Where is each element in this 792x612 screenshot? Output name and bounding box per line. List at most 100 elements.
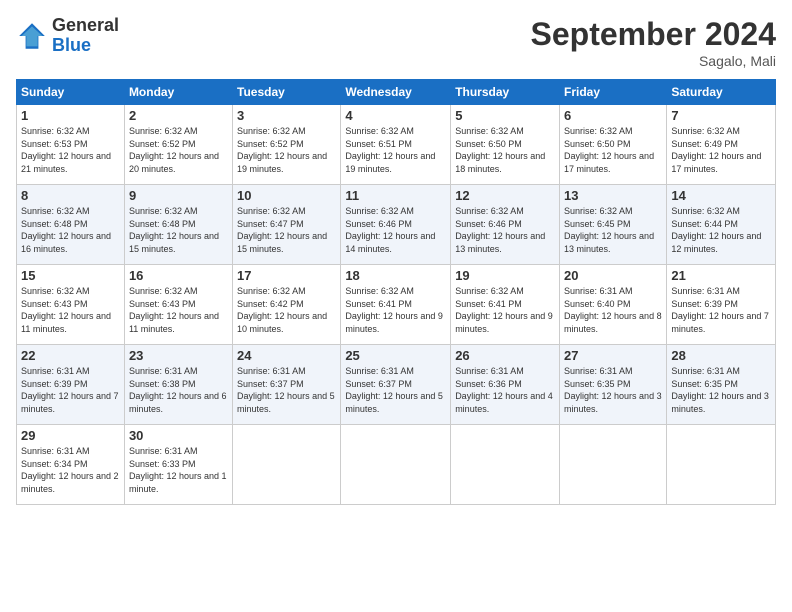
- logo-blue: Blue: [52, 36, 119, 56]
- day-detail: Sunrise: 6:31 AMSunset: 6:36 PMDaylight:…: [455, 366, 553, 414]
- calendar-cell: 1 Sunrise: 6:32 AMSunset: 6:53 PMDayligh…: [17, 105, 125, 185]
- calendar-cell: 26 Sunrise: 6:31 AMSunset: 6:36 PMDaylig…: [451, 345, 560, 425]
- calendar-cell: [451, 425, 560, 505]
- logo: General Blue: [16, 16, 119, 56]
- day-number: 8: [21, 188, 120, 203]
- title-section: September 2024 Sagalo, Mali: [531, 16, 776, 69]
- col-wednesday: Wednesday: [341, 80, 451, 105]
- day-number: 23: [129, 348, 228, 363]
- day-number: 20: [564, 268, 662, 283]
- calendar-cell: 22 Sunrise: 6:31 AMSunset: 6:39 PMDaylig…: [17, 345, 125, 425]
- day-number: 11: [345, 188, 446, 203]
- calendar-cell: 14 Sunrise: 6:32 AMSunset: 6:44 PMDaylig…: [667, 185, 776, 265]
- day-number: 21: [671, 268, 771, 283]
- col-sunday: Sunday: [17, 80, 125, 105]
- day-number: 26: [455, 348, 555, 363]
- day-number: 3: [237, 108, 336, 123]
- day-detail: Sunrise: 6:31 AMSunset: 6:39 PMDaylight:…: [21, 366, 119, 414]
- day-number: 17: [237, 268, 336, 283]
- day-number: 22: [21, 348, 120, 363]
- calendar-cell: 19 Sunrise: 6:32 AMSunset: 6:41 PMDaylig…: [451, 265, 560, 345]
- day-detail: Sunrise: 6:32 AMSunset: 6:43 PMDaylight:…: [21, 286, 111, 334]
- day-number: 4: [345, 108, 446, 123]
- day-number: 2: [129, 108, 228, 123]
- day-number: 12: [455, 188, 555, 203]
- day-number: 15: [21, 268, 120, 283]
- logo-icon: [16, 20, 48, 52]
- day-detail: Sunrise: 6:31 AMSunset: 6:33 PMDaylight:…: [129, 446, 227, 494]
- day-detail: Sunrise: 6:32 AMSunset: 6:51 PMDaylight:…: [345, 126, 435, 174]
- day-detail: Sunrise: 6:32 AMSunset: 6:41 PMDaylight:…: [345, 286, 443, 334]
- month-title: September 2024: [531, 16, 776, 53]
- day-detail: Sunrise: 6:31 AMSunset: 6:38 PMDaylight:…: [129, 366, 227, 414]
- day-number: 16: [129, 268, 228, 283]
- day-detail: Sunrise: 6:32 AMSunset: 6:50 PMDaylight:…: [564, 126, 654, 174]
- calendar-cell: 8 Sunrise: 6:32 AMSunset: 6:48 PMDayligh…: [17, 185, 125, 265]
- day-number: 13: [564, 188, 662, 203]
- calendar-cell: 6 Sunrise: 6:32 AMSunset: 6:50 PMDayligh…: [560, 105, 667, 185]
- header-row: Sunday Monday Tuesday Wednesday Thursday…: [17, 80, 776, 105]
- header: General Blue September 2024 Sagalo, Mali: [16, 16, 776, 69]
- calendar-cell: 9 Sunrise: 6:32 AMSunset: 6:48 PMDayligh…: [124, 185, 232, 265]
- day-detail: Sunrise: 6:32 AMSunset: 6:46 PMDaylight:…: [455, 206, 545, 254]
- calendar-cell: 12 Sunrise: 6:32 AMSunset: 6:46 PMDaylig…: [451, 185, 560, 265]
- calendar-cell: [341, 425, 451, 505]
- calendar-week-4: 22 Sunrise: 6:31 AMSunset: 6:39 PMDaylig…: [17, 345, 776, 425]
- day-number: 27: [564, 348, 662, 363]
- calendar-cell: [560, 425, 667, 505]
- location: Sagalo, Mali: [531, 53, 776, 69]
- calendar-cell: 28 Sunrise: 6:31 AMSunset: 6:35 PMDaylig…: [667, 345, 776, 425]
- calendar-cell: 11 Sunrise: 6:32 AMSunset: 6:46 PMDaylig…: [341, 185, 451, 265]
- day-detail: Sunrise: 6:31 AMSunset: 6:37 PMDaylight:…: [237, 366, 335, 414]
- day-detail: Sunrise: 6:31 AMSunset: 6:34 PMDaylight:…: [21, 446, 119, 494]
- calendar-cell: 10 Sunrise: 6:32 AMSunset: 6:47 PMDaylig…: [233, 185, 341, 265]
- day-detail: Sunrise: 6:32 AMSunset: 6:42 PMDaylight:…: [237, 286, 327, 334]
- day-detail: Sunrise: 6:32 AMSunset: 6:52 PMDaylight:…: [129, 126, 219, 174]
- calendar-week-5: 29 Sunrise: 6:31 AMSunset: 6:34 PMDaylig…: [17, 425, 776, 505]
- day-number: 19: [455, 268, 555, 283]
- day-detail: Sunrise: 6:32 AMSunset: 6:50 PMDaylight:…: [455, 126, 545, 174]
- calendar-table: Sunday Monday Tuesday Wednesday Thursday…: [16, 79, 776, 505]
- day-number: 9: [129, 188, 228, 203]
- day-detail: Sunrise: 6:32 AMSunset: 6:41 PMDaylight:…: [455, 286, 553, 334]
- day-number: 18: [345, 268, 446, 283]
- calendar-cell: 29 Sunrise: 6:31 AMSunset: 6:34 PMDaylig…: [17, 425, 125, 505]
- day-detail: Sunrise: 6:31 AMSunset: 6:35 PMDaylight:…: [671, 366, 769, 414]
- day-detail: Sunrise: 6:32 AMSunset: 6:47 PMDaylight:…: [237, 206, 327, 254]
- day-detail: Sunrise: 6:31 AMSunset: 6:35 PMDaylight:…: [564, 366, 662, 414]
- logo-text: General Blue: [52, 16, 119, 56]
- calendar-week-1: 1 Sunrise: 6:32 AMSunset: 6:53 PMDayligh…: [17, 105, 776, 185]
- logo-general: General: [52, 16, 119, 36]
- col-saturday: Saturday: [667, 80, 776, 105]
- day-number: 14: [671, 188, 771, 203]
- day-detail: Sunrise: 6:31 AMSunset: 6:40 PMDaylight:…: [564, 286, 662, 334]
- day-detail: Sunrise: 6:32 AMSunset: 6:52 PMDaylight:…: [237, 126, 327, 174]
- calendar-cell: 25 Sunrise: 6:31 AMSunset: 6:37 PMDaylig…: [341, 345, 451, 425]
- day-number: 28: [671, 348, 771, 363]
- calendar-cell: 20 Sunrise: 6:31 AMSunset: 6:40 PMDaylig…: [560, 265, 667, 345]
- day-detail: Sunrise: 6:32 AMSunset: 6:53 PMDaylight:…: [21, 126, 111, 174]
- calendar-cell: 24 Sunrise: 6:31 AMSunset: 6:37 PMDaylig…: [233, 345, 341, 425]
- calendar-cell: 4 Sunrise: 6:32 AMSunset: 6:51 PMDayligh…: [341, 105, 451, 185]
- day-number: 25: [345, 348, 446, 363]
- calendar-cell: 7 Sunrise: 6:32 AMSunset: 6:49 PMDayligh…: [667, 105, 776, 185]
- calendar-cell: 18 Sunrise: 6:32 AMSunset: 6:41 PMDaylig…: [341, 265, 451, 345]
- col-tuesday: Tuesday: [233, 80, 341, 105]
- day-detail: Sunrise: 6:32 AMSunset: 6:49 PMDaylight:…: [671, 126, 761, 174]
- day-number: 7: [671, 108, 771, 123]
- day-number: 5: [455, 108, 555, 123]
- day-detail: Sunrise: 6:32 AMSunset: 6:45 PMDaylight:…: [564, 206, 654, 254]
- day-number: 6: [564, 108, 662, 123]
- calendar-cell: 27 Sunrise: 6:31 AMSunset: 6:35 PMDaylig…: [560, 345, 667, 425]
- day-detail: Sunrise: 6:31 AMSunset: 6:39 PMDaylight:…: [671, 286, 769, 334]
- calendar-cell: 3 Sunrise: 6:32 AMSunset: 6:52 PMDayligh…: [233, 105, 341, 185]
- calendar-cell: 5 Sunrise: 6:32 AMSunset: 6:50 PMDayligh…: [451, 105, 560, 185]
- day-detail: Sunrise: 6:32 AMSunset: 6:48 PMDaylight:…: [21, 206, 111, 254]
- calendar-cell: 2 Sunrise: 6:32 AMSunset: 6:52 PMDayligh…: [124, 105, 232, 185]
- day-detail: Sunrise: 6:32 AMSunset: 6:44 PMDaylight:…: [671, 206, 761, 254]
- day-number: 24: [237, 348, 336, 363]
- calendar-cell: 16 Sunrise: 6:32 AMSunset: 6:43 PMDaylig…: [124, 265, 232, 345]
- day-detail: Sunrise: 6:32 AMSunset: 6:48 PMDaylight:…: [129, 206, 219, 254]
- page: General Blue September 2024 Sagalo, Mali…: [0, 0, 792, 612]
- calendar-cell: 17 Sunrise: 6:32 AMSunset: 6:42 PMDaylig…: [233, 265, 341, 345]
